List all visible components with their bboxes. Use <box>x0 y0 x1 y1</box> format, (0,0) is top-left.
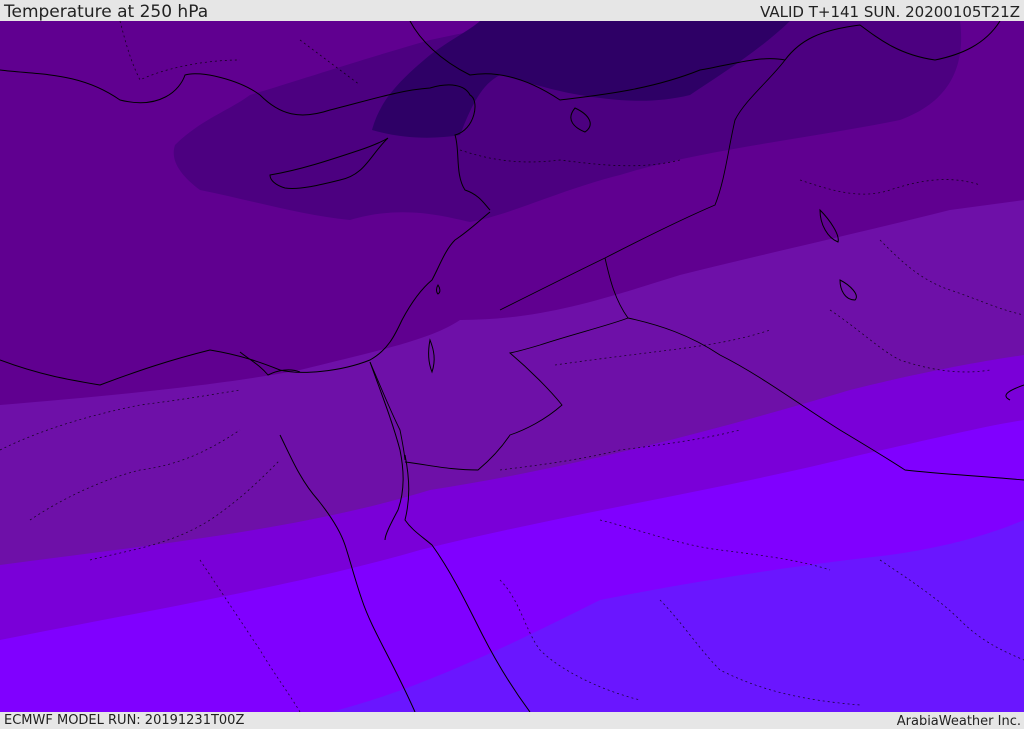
valid-time: VALID T+141 SUN. 20200105T21Z <box>760 3 1020 21</box>
model-run: ECMWF MODEL RUN: 20191231T00Z <box>4 713 245 728</box>
credit-label: ArabiaWeather Inc. <box>896 714 1021 729</box>
map-title: Temperature at 250 hPa <box>4 2 209 22</box>
footer-bar: ECMWF MODEL RUN: 20191231T00Z ArabiaWeat… <box>0 712 1024 729</box>
header-bar: Temperature at 250 hPa VALID T+141 SUN. … <box>0 0 1024 21</box>
temperature-map <box>0 21 1024 712</box>
